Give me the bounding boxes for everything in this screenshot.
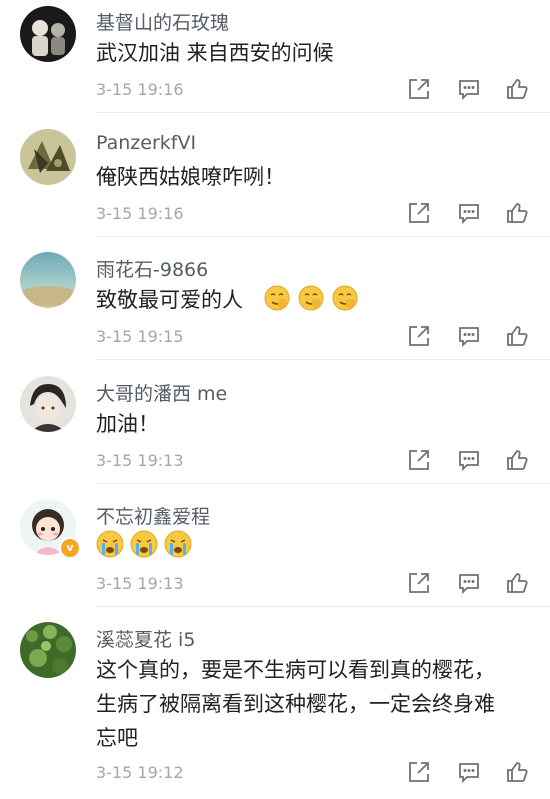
divider [96,359,550,360]
comment-item: v 不忘初鑫爱程 3-15 19:13 [0,494,550,607]
forward-icon[interactable] [407,571,431,595]
username[interactable]: 基督山的石玫瑰 [96,8,229,35]
crying-face-emoji [96,530,124,558]
avatar[interactable] [20,252,76,308]
timestamp: 3-15 19:16 [96,80,184,99]
avatar[interactable] [20,376,76,432]
like-icon[interactable] [505,760,529,784]
username[interactable]: 大哥的潘西 me [96,379,227,406]
comment-icon[interactable] [457,448,481,472]
timestamp: 3-15 19:13 [96,574,184,593]
timestamp: 3-15 19:13 [96,451,184,470]
comment-line: 加油！ [96,412,159,436]
comment-line: 生病了被隔离看到这种樱花，一定会终身难 [96,692,495,716]
forward-icon[interactable] [407,324,431,348]
like-icon[interactable] [505,77,529,101]
comment-item: PanzerkfVI 俺陕西姑娘嘹咋咧！ 3-15 19:16 [0,124,550,237]
comment-line: 俺陕西姑娘嘹咋咧！ [96,165,285,189]
avatar[interactable] [20,622,76,678]
like-icon[interactable] [505,324,529,348]
forward-icon[interactable] [407,201,431,225]
divider [96,112,550,113]
comment-icon[interactable] [457,571,481,595]
comment-line: 忘吧 [96,726,138,750]
username[interactable]: 不忘初鑫爱程 [96,502,210,529]
salute-face-emoji [332,285,358,311]
comment-line: 武汉加油 来自西安的问候 [96,41,334,65]
comment-text: 武汉加油 来自西安的问候 [96,36,536,70]
divider [96,483,550,484]
timestamp: 3-15 19:12 [96,763,184,782]
divider [96,606,550,607]
username[interactable]: 雨花石-9866 [96,255,208,282]
comment-item: 雨花石-9866 致敬最可爱的人 3-15 19:15 [0,247,550,360]
verified-badge: v [59,537,81,559]
comment-text [96,530,536,564]
comment-line: 致敬最可爱的人 [96,288,243,312]
comment-text: 这个真的，要是不生病可以看到真的樱花， 生病了被隔离看到这种樱花，一定会终身难 … [96,653,536,755]
comment-icon[interactable] [457,760,481,784]
crying-face-emoji [130,530,158,558]
forward-icon[interactable] [407,448,431,472]
avatar[interactable] [20,129,76,185]
comment-item: 大哥的潘西 me 加油！ 3-15 19:13 [0,371,550,484]
timestamp: 3-15 19:15 [96,327,184,346]
comment-text: 加油！ [96,407,536,441]
like-icon[interactable] [505,201,529,225]
comment-icon[interactable] [457,77,481,101]
comment-icon[interactable] [457,324,481,348]
username[interactable]: 溪蕊夏花 i5 [96,625,195,652]
salute-face-emoji [298,285,324,311]
timestamp: 3-15 19:16 [96,204,184,223]
forward-icon[interactable] [407,77,431,101]
comment-text: 俺陕西姑娘嘹咋咧！ [96,160,536,194]
comment-line: 这个真的，要是不生病可以看到真的樱花， [96,658,495,682]
crying-face-emoji [164,530,192,558]
like-icon[interactable] [505,448,529,472]
avatar[interactable] [20,6,76,62]
comment-item: 溪蕊夏花 i5 这个真的，要是不生病可以看到真的樱花， 生病了被隔离看到这种樱花… [0,617,550,799]
username[interactable]: PanzerkfVI [96,132,196,154]
comment-text: 致敬最可爱的人 [96,283,536,317]
divider [96,236,550,237]
like-icon[interactable] [505,571,529,595]
forward-icon[interactable] [407,760,431,784]
comment-item: 基督山的石玫瑰 武汉加油 来自西安的问候 3-15 19:16 [0,0,550,113]
comment-icon[interactable] [457,201,481,225]
salute-face-emoji [264,285,290,311]
